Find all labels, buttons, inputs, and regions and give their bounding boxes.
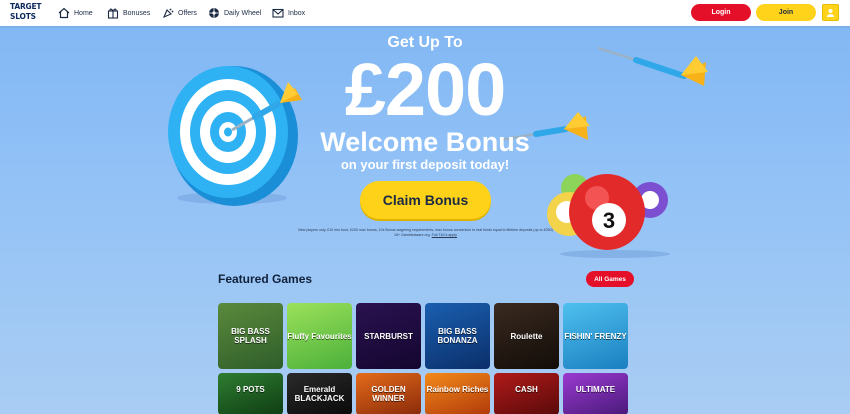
featured-games-title: Featured Games bbox=[218, 272, 313, 286]
game-tile[interactable]: Roulette bbox=[494, 303, 559, 369]
ball-number: 3 bbox=[603, 208, 615, 233]
dart-illustration bbox=[597, 46, 708, 86]
game-title: GOLDEN WINNER bbox=[371, 385, 406, 403]
game-tile[interactable]: CASH bbox=[494, 373, 559, 414]
game-title: BIG BASS BONANZA bbox=[437, 327, 478, 345]
game-tile[interactable]: STARBURST bbox=[356, 303, 421, 369]
game-title: Roulette bbox=[510, 331, 543, 341]
home-icon bbox=[58, 7, 70, 19]
nav-daily-wheel[interactable]: Daily Wheel bbox=[208, 0, 261, 26]
game-tile[interactable]: Emerald BLACKJACK bbox=[287, 373, 352, 414]
claim-bonus-button[interactable]: Claim Bonus bbox=[360, 181, 491, 219]
game-title: BIG BASS SPLASH bbox=[231, 327, 270, 345]
game-tile[interactable]: Rainbow Riches bbox=[425, 373, 490, 414]
wheel-icon bbox=[209, 8, 219, 18]
join-button[interactable]: Join bbox=[756, 4, 816, 21]
game-title: Emerald BLACKJACK bbox=[294, 385, 345, 403]
game-title: 9 POTS bbox=[236, 385, 265, 394]
mail-icon bbox=[272, 8, 284, 18]
terms-link[interactable]: Full T&Cs apply bbox=[432, 233, 457, 237]
game-title: STARBURST bbox=[364, 331, 413, 341]
nav-daily-wheel-label: Daily Wheel bbox=[224, 9, 262, 17]
user-icon bbox=[826, 8, 835, 17]
game-title: Rainbow Riches bbox=[426, 385, 489, 394]
game-tile[interactable]: BIG BASS SPLASH bbox=[218, 303, 283, 369]
game-tile[interactable]: 9 POTS bbox=[218, 373, 283, 414]
hero-title: Welcome Bonus bbox=[320, 127, 530, 157]
nav-home[interactable]: Home bbox=[58, 0, 93, 26]
logo[interactable]: TARGET SLOTS bbox=[10, 2, 46, 24]
bingo-balls-illustration: 3 bbox=[547, 174, 670, 258]
all-games-button[interactable]: All Games bbox=[586, 271, 634, 287]
game-title: CASH bbox=[515, 385, 538, 394]
hero-amount: £200 bbox=[344, 48, 507, 131]
game-tile[interactable]: Fluffy Favourites bbox=[287, 303, 352, 369]
game-title: ULTIMATE bbox=[575, 385, 616, 394]
nav-bonuses[interactable]: Bonuses bbox=[107, 0, 150, 26]
terms-main: New players only, £10 min fund, £200 max… bbox=[298, 228, 553, 237]
top-nav: TARGET SLOTS Home Bonuses Offers Daily W… bbox=[0, 0, 850, 26]
hero-subtitle: on your first deposit today! bbox=[340, 157, 510, 172]
nav-offers[interactable]: Offers bbox=[162, 0, 197, 26]
nav-inbox-label: Inbox bbox=[288, 9, 306, 17]
gift-icon bbox=[107, 8, 119, 19]
logo-line2: SLOTS bbox=[10, 12, 36, 21]
terms-text: New players only, £10 min fund, £200 max… bbox=[298, 228, 553, 238]
account-button[interactable] bbox=[822, 4, 839, 21]
game-tile[interactable]: ULTIMATE bbox=[563, 373, 628, 414]
game-tile[interactable]: FISHIN' FRENZY bbox=[563, 303, 628, 369]
game-tile[interactable]: BIG BASS BONANZA bbox=[425, 303, 490, 369]
nav-offers-label: Offers bbox=[178, 9, 197, 17]
nav-inbox[interactable]: Inbox bbox=[272, 0, 305, 26]
game-tile[interactable]: GOLDEN WINNER bbox=[356, 373, 421, 414]
game-title: Fluffy Favourites bbox=[287, 331, 352, 341]
nav-home-label: Home bbox=[74, 9, 93, 17]
logo-line1: TARGET bbox=[10, 2, 42, 11]
login-button[interactable]: Login bbox=[691, 4, 751, 21]
offers-icon bbox=[162, 8, 174, 19]
game-title: FISHIN' FRENZY bbox=[564, 331, 627, 341]
nav-bonuses-label: Bonuses bbox=[123, 9, 151, 17]
